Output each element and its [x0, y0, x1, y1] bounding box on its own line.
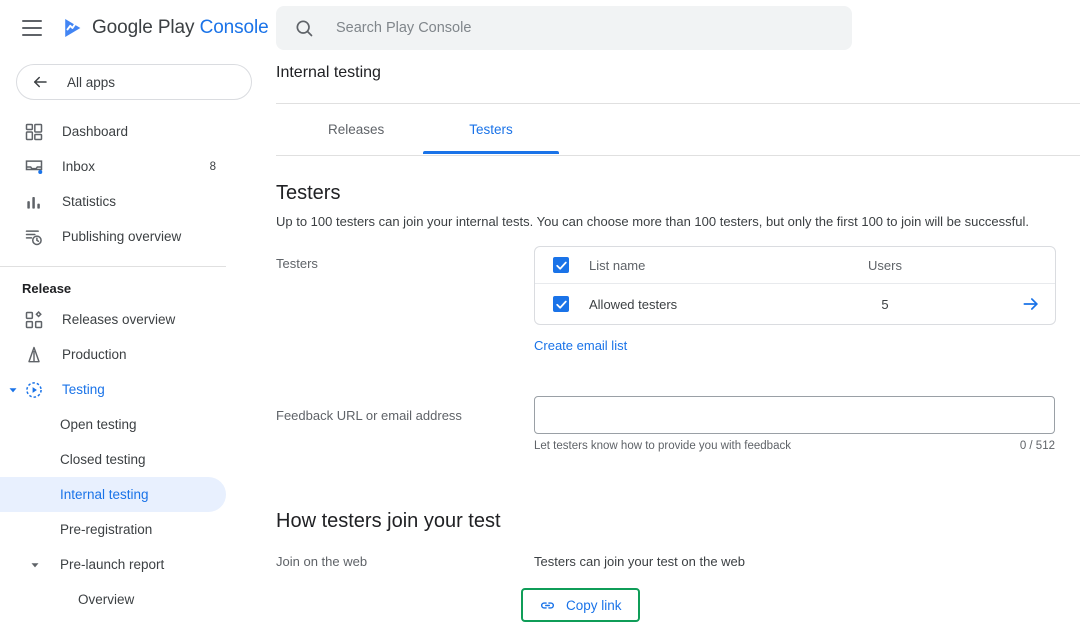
sidebar-item-label: Dashboard: [62, 124, 128, 139]
sidebar-item-dashboard[interactable]: Dashboard: [0, 114, 270, 149]
chevron-down-icon[interactable]: [28, 558, 42, 572]
sidebar-item-overview[interactable]: Overview: [0, 582, 270, 617]
tab-testers[interactable]: Testers: [423, 104, 559, 154]
google-play-logo-icon: [62, 17, 84, 39]
chevron-down-icon[interactable]: [6, 383, 20, 397]
sidebar-item-label: Inbox: [62, 159, 95, 174]
column-header-users: Users: [855, 258, 915, 273]
primary-nav: Dashboard Inbox 8 Statistics Publish: [0, 114, 270, 617]
copy-link-button[interactable]: Copy link: [521, 588, 640, 622]
sidebar-item-label: Pre-registration: [60, 522, 152, 537]
testers-row-label: Testers: [276, 256, 318, 271]
sidebar-item-closed-testing[interactable]: Closed testing: [0, 442, 270, 477]
sidebar-item-label: Production: [62, 347, 127, 362]
testers-table: List name Users Allowed testers 5: [534, 246, 1056, 325]
sidebar-item-releases-overview[interactable]: Releases overview: [0, 302, 270, 337]
inbox-icon: [24, 157, 44, 177]
back-arrow-icon: [31, 73, 49, 91]
search-bar[interactable]: [276, 6, 852, 50]
join-description: Testers can join your test on the web: [534, 554, 745, 569]
search-input[interactable]: [336, 20, 816, 36]
sidebar-item-label: Closed testing: [60, 452, 146, 467]
link-icon: [539, 597, 556, 614]
table-header-row: List name Users: [535, 247, 1055, 284]
brand-bar: Google Play Console: [0, 0, 270, 56]
feedback-hint: Let testers know how to provide you with…: [534, 440, 791, 452]
sidebar-item-label: Statistics: [62, 194, 116, 209]
feedback-label: Feedback URL or email address: [276, 408, 462, 423]
feedback-char-counter: 0 / 512: [1005, 440, 1055, 452]
sidebar-item-open-testing[interactable]: Open testing: [0, 407, 270, 442]
testers-description: Up to 100 testers can join your internal…: [276, 214, 1029, 229]
sidebar-item-label: Releases overview: [62, 312, 175, 327]
cell-list-name: Allowed testers: [589, 297, 677, 312]
tab-bar: Releases Testers: [276, 104, 1080, 154]
arrow-right-icon[interactable]: [1021, 294, 1041, 314]
all-apps-label: All apps: [67, 75, 115, 90]
sidebar-item-pre-launch-report[interactable]: Pre-launch report: [0, 547, 270, 582]
feedback-url-field[interactable]: [534, 396, 1055, 434]
main-content: Internal testing Releases Testers Tester…: [270, 0, 1080, 632]
testing-icon: [24, 380, 44, 400]
tab-label: Testers: [469, 122, 513, 137]
copy-link-label: Copy link: [566, 598, 622, 613]
page-title: Internal testing: [276, 64, 381, 82]
sidebar-item-production[interactable]: Production: [0, 337, 270, 372]
sidebar-item-pre-registration[interactable]: Pre-registration: [0, 512, 270, 547]
sidebar-item-internal-testing[interactable]: Internal testing: [0, 477, 226, 512]
publishing-overview-icon: [24, 227, 44, 247]
sidebar-item-label: Internal testing: [60, 487, 149, 502]
create-email-list-link[interactable]: Create email list: [534, 338, 627, 353]
tabs-divider: [276, 155, 1080, 156]
brand-title: Google Play Console: [92, 17, 269, 39]
cell-users: 5: [855, 297, 915, 312]
table-row[interactable]: Allowed testers 5: [535, 284, 1055, 324]
testers-heading: Testers: [276, 182, 340, 205]
brand-title-console: Console: [200, 17, 269, 38]
tab-releases[interactable]: Releases: [310, 104, 402, 154]
brand-logo-link[interactable]: Google Play Console: [62, 17, 269, 39]
inbox-badge-count: 8: [210, 161, 216, 173]
dashboard-icon: [24, 122, 44, 142]
releases-overview-icon: [24, 310, 44, 330]
feedback-url-input[interactable]: [535, 397, 1054, 433]
row-checkbox[interactable]: [553, 296, 569, 312]
select-all-checkbox[interactable]: [553, 257, 569, 273]
sidebar-item-label: Publishing overview: [62, 229, 181, 244]
column-header-list-name: List name: [589, 258, 645, 273]
search-icon: [294, 18, 314, 38]
sidebar-section-release-title: Release: [22, 281, 270, 296]
sidebar-item-statistics[interactable]: Statistics: [0, 184, 270, 219]
sidebar: Google Play Console All apps Dashboard I…: [0, 0, 270, 632]
sidebar-item-testing[interactable]: Testing: [0, 372, 270, 407]
sidebar-item-publishing-overview[interactable]: Publishing overview: [0, 219, 270, 254]
production-icon: [24, 345, 44, 365]
sidebar-item-label: Open testing: [60, 417, 137, 432]
join-row-label: Join on the web: [276, 554, 367, 569]
sidebar-item-inbox[interactable]: Inbox 8: [0, 149, 270, 184]
sidebar-item-label: Pre-launch report: [60, 557, 164, 572]
play-console-app: Google Play Console All apps Dashboard I…: [0, 0, 1080, 632]
sidebar-item-label: Overview: [78, 592, 134, 607]
statistics-icon: [24, 192, 44, 212]
sidebar-item-label: Testing: [62, 382, 105, 397]
tab-label: Releases: [328, 122, 384, 137]
sidebar-divider: [0, 266, 226, 267]
brand-title-google-play: Google Play: [92, 17, 200, 38]
hamburger-menu-icon[interactable]: [22, 20, 42, 36]
all-apps-button[interactable]: All apps: [16, 64, 252, 100]
join-heading: How testers join your test: [276, 510, 501, 533]
